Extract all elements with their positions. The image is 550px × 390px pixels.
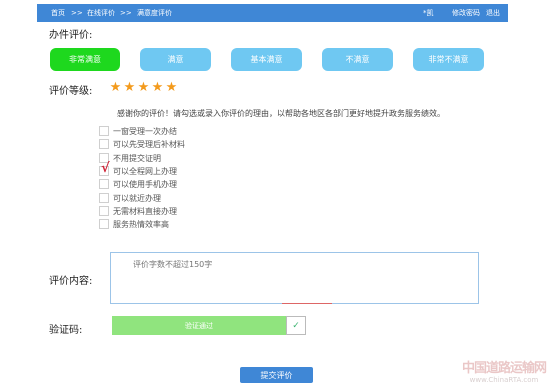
watermark-url: www.ChinaRTA.com bbox=[469, 376, 539, 384]
reason-label: 服务热情效率高 bbox=[113, 219, 169, 229]
breadcrumb-separator: >> bbox=[120, 9, 132, 17]
star-rating: ★ ★ ★ ★ ★ bbox=[109, 81, 178, 95]
top-nav-bar: 首页 >> 在线评价 >> 满意度评价 *凯 修改密码 退出 bbox=[37, 4, 508, 22]
rate-very-satisfied-button[interactable]: 非常满意 bbox=[50, 48, 120, 71]
rating-label: 办件评价: bbox=[49, 30, 93, 41]
star-icon[interactable]: ★ bbox=[151, 81, 164, 95]
reason-option[interactable]: 服务热情效率高 bbox=[99, 218, 169, 230]
checkbox[interactable] bbox=[99, 193, 109, 203]
check-icon: ✓ bbox=[292, 320, 300, 331]
checkbox[interactable] bbox=[99, 206, 109, 216]
breadcrumb-separator: >> bbox=[71, 9, 83, 17]
star-icon[interactable]: ★ bbox=[109, 81, 122, 95]
check-mark-icon bbox=[101, 203, 111, 215]
reason-label: 一窗受理一次办结 bbox=[113, 126, 177, 136]
check-mark-icon: √ bbox=[101, 161, 110, 176]
watermark-text: 中国道路运输网 bbox=[461, 361, 547, 376]
change-password-link[interactable]: 修改密码 bbox=[452, 8, 480, 18]
reason-label: 可以就近办理 bbox=[113, 193, 161, 203]
reason-hint: 感谢你的评价！请勾选或录入你评价的理由，以帮助各地区各部门更好地提升政务服务绩效… bbox=[117, 109, 445, 118]
star-icon[interactable]: ★ bbox=[137, 81, 150, 95]
reason-label: 可以全程网上办理 bbox=[113, 166, 177, 176]
check-mark-icon bbox=[101, 123, 111, 135]
rate-very-dissatisfied-button[interactable]: 非常不满意 bbox=[413, 48, 484, 71]
captcha-slider-handle[interactable]: ✓ bbox=[286, 316, 306, 335]
reason-option[interactable]: 可以使用手机办理 bbox=[99, 178, 177, 190]
rate-basically-satisfied-button[interactable]: 基本满意 bbox=[231, 48, 302, 71]
captcha-label: 验证码: bbox=[49, 325, 83, 336]
breadcrumb-home[interactable]: 首页 bbox=[51, 8, 65, 18]
submit-review-button[interactable]: 提交评价 bbox=[240, 367, 313, 383]
checkbox[interactable] bbox=[99, 126, 109, 136]
checkbox[interactable] bbox=[99, 139, 109, 149]
checkbox[interactable]: √ bbox=[99, 161, 110, 176]
reason-label: 不用提交证明 bbox=[113, 153, 161, 163]
check-mark-icon bbox=[101, 176, 111, 188]
check-mark-icon bbox=[101, 190, 111, 202]
star-icon[interactable]: ★ bbox=[165, 81, 178, 95]
star-icon[interactable]: ★ bbox=[123, 81, 136, 95]
level-label: 评价等级: bbox=[49, 86, 93, 97]
captcha-slider-track: 验证通过 bbox=[112, 316, 286, 335]
check-mark-icon bbox=[101, 216, 111, 228]
breadcrumb-current: 满意度评价 bbox=[137, 9, 172, 17]
checkbox[interactable] bbox=[99, 179, 109, 189]
user-name: *凯 bbox=[423, 9, 434, 17]
rate-dissatisfied-button[interactable]: 不满意 bbox=[322, 48, 393, 71]
site-watermark: 中国道路运输网 www.ChinaRTA.com bbox=[458, 361, 550, 390]
logout-link[interactable]: 退出 bbox=[486, 8, 500, 18]
checkbox[interactable] bbox=[99, 219, 109, 229]
reason-option[interactable]: 可以先受理后补材料 bbox=[99, 138, 185, 150]
reason-label: 可以使用手机办理 bbox=[113, 179, 177, 189]
check-mark-icon bbox=[101, 136, 111, 148]
review-content-input[interactable] bbox=[110, 252, 479, 304]
content-label: 评价内容: bbox=[49, 276, 93, 287]
reason-label: 无需材料直接办理 bbox=[113, 206, 177, 216]
divider bbox=[282, 303, 332, 304]
breadcrumb-online-review[interactable]: 在线评价 bbox=[87, 8, 115, 18]
reason-label: 可以先受理后补材料 bbox=[113, 139, 185, 149]
rate-satisfied-button[interactable]: 满意 bbox=[140, 48, 211, 71]
